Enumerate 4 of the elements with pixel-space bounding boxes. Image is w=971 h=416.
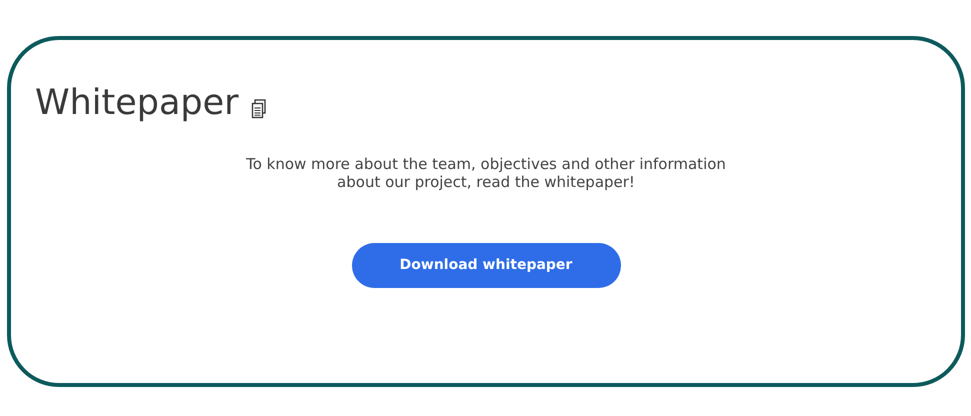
documents-icon bbox=[250, 98, 267, 118]
section-title: Whitepaper bbox=[35, 84, 239, 122]
download-button[interactable]: Download whitepaper bbox=[352, 242, 620, 288]
description-text: To know more about the team, objectives and other information about our project, read the whitepaper! bbox=[245, 154, 727, 190]
